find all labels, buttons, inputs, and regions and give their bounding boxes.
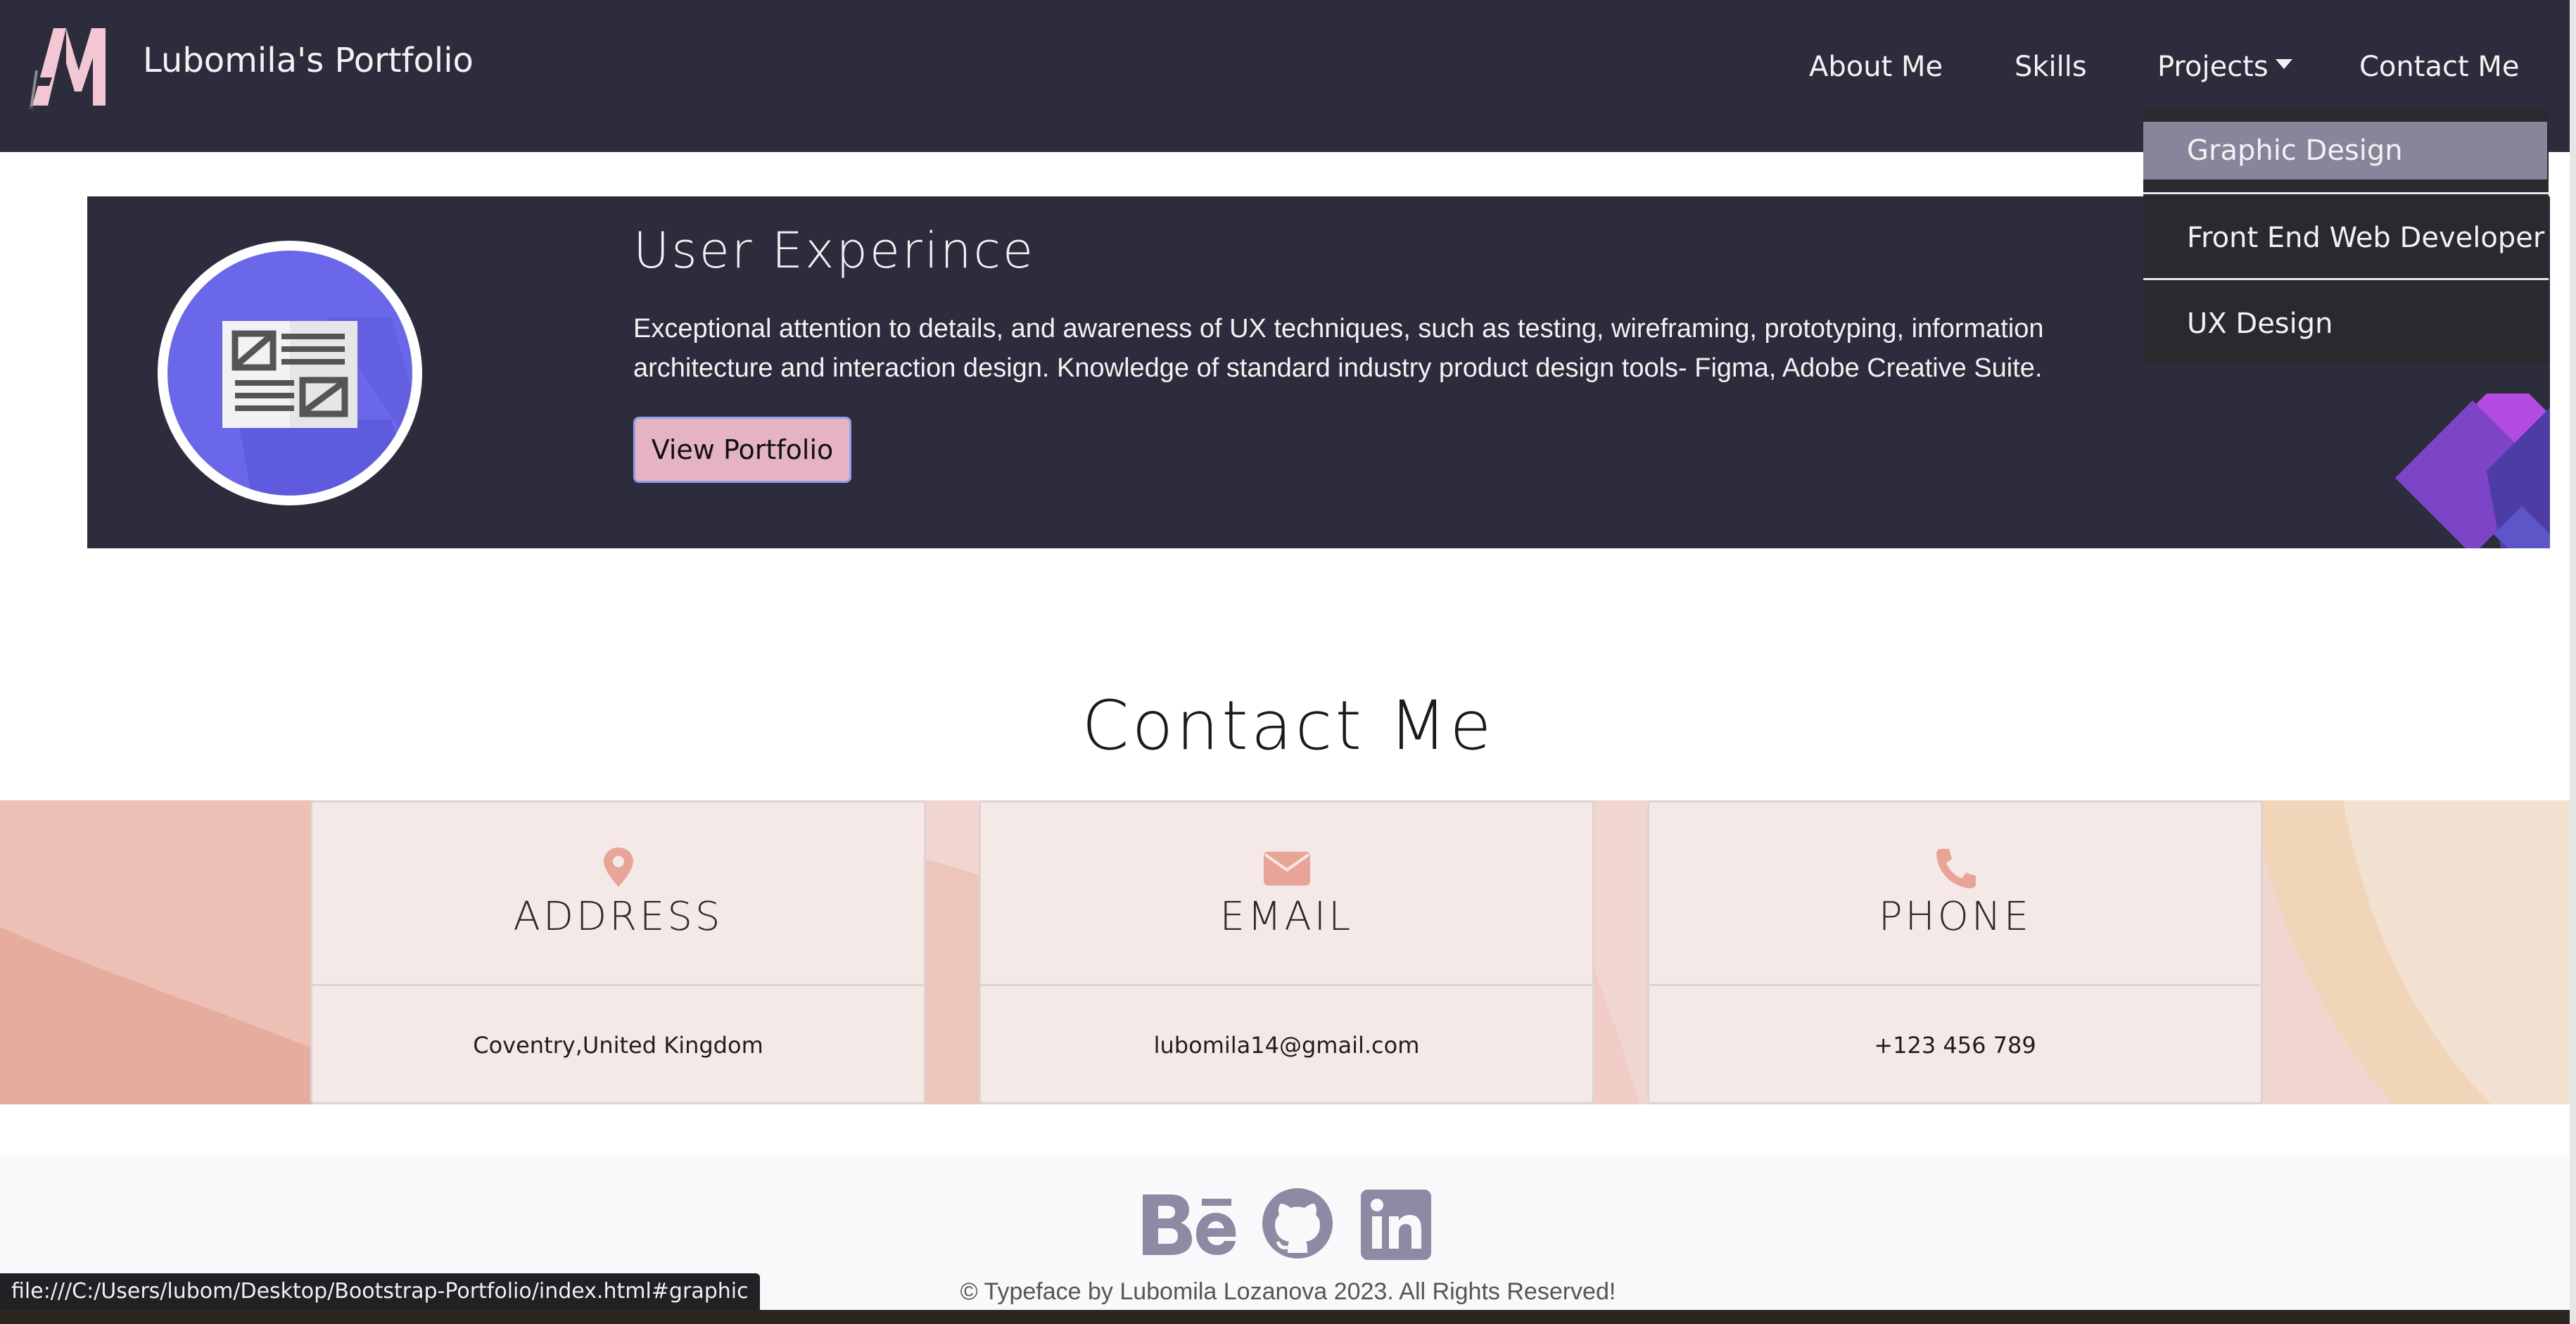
caret-down-icon: [2275, 59, 2292, 69]
envelope-icon: [1263, 852, 1310, 885]
phone-value: +123 456 789: [1874, 1032, 2036, 1059]
linkedin-icon[interactable]: [1361, 1185, 1431, 1262]
lm-monogram-logo[interactable]: [27, 21, 118, 113]
browser-status-url: file:///C:/Users/lubom/Desktop/Bootstrap…: [0, 1273, 760, 1310]
bottom-strip: [0, 1310, 2576, 1324]
dropdown-item-graphic-design[interactable]: Graphic Design: [2143, 122, 2547, 179]
dropdown-divider: [2143, 278, 2549, 280]
ux-section-title: User Experince: [633, 222, 1036, 279]
behance-icon[interactable]: [1140, 1185, 1238, 1262]
email-card: EMAIL lubomila14@gmail.com: [979, 800, 1594, 1104]
phone-heading: PHONE: [1878, 894, 2032, 940]
dropdown-item-front-end[interactable]: Front End Web Developer: [2143, 209, 2549, 267]
nav-projects-toggle[interactable]: Projects: [2157, 51, 2292, 83]
github-icon[interactable]: [1261, 1185, 1334, 1262]
card-divider: [312, 984, 924, 986]
card-divider: [981, 984, 1592, 986]
view-portfolio-button[interactable]: View Portfolio: [633, 417, 851, 483]
contact-title: Contact Me: [1081, 686, 1495, 765]
dropdown-divider: [2143, 192, 2549, 194]
map-pin-icon: [603, 847, 633, 887]
address-card: ADDRESS Coventry,United Kingdom: [310, 800, 926, 1104]
email-heading: EMAIL: [1219, 894, 1354, 940]
email-value[interactable]: lubomila14@gmail.com: [981, 1032, 1592, 1059]
ux-icon-ring: [158, 241, 422, 505]
layout-wireframe-icon: [167, 251, 412, 496]
brand-title[interactable]: Lubomila's Portfolio: [143, 41, 474, 80]
ux-section-description: Exceptional attention to details, and aw…: [633, 314, 2044, 383]
scrollbar[interactable]: [2570, 0, 2576, 1324]
nav-projects-label: Projects: [2157, 51, 2269, 83]
nav-skills[interactable]: Skills: [2015, 51, 2087, 83]
address-value: Coventry,United Kingdom: [473, 1032, 763, 1059]
address-heading: ADDRESS: [513, 894, 723, 940]
dropdown-item-ux-design[interactable]: UX Design: [2143, 295, 2549, 353]
projects-dropdown-menu: Graphic Design Front End Web Developer U…: [2143, 109, 2549, 364]
phone-icon: [1936, 849, 1976, 888]
card-divider: [1649, 984, 2261, 986]
phone-card: PHONE +123 456 789: [1647, 800, 2263, 1104]
decorative-shapes: [2395, 393, 2550, 548]
nav-contact-me[interactable]: Contact Me: [2359, 51, 2519, 83]
nav-about-me[interactable]: About Me: [1809, 51, 1943, 83]
